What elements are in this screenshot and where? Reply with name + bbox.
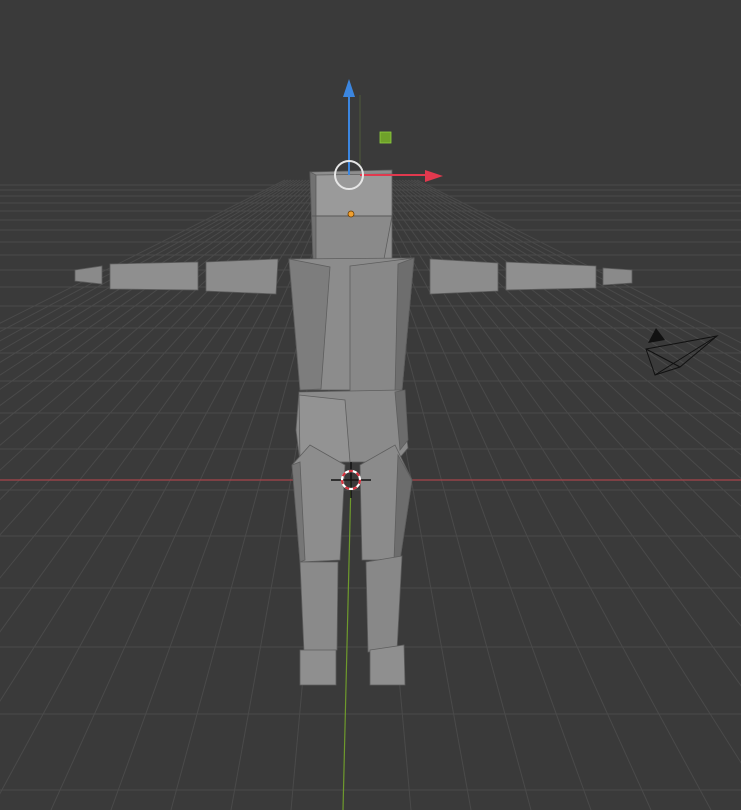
3d-viewport[interactable] — [0, 0, 741, 810]
gizmo-plane-handle[interactable] — [379, 131, 392, 144]
object-origin-dot — [347, 210, 355, 218]
torso[interactable] — [288, 257, 415, 394]
